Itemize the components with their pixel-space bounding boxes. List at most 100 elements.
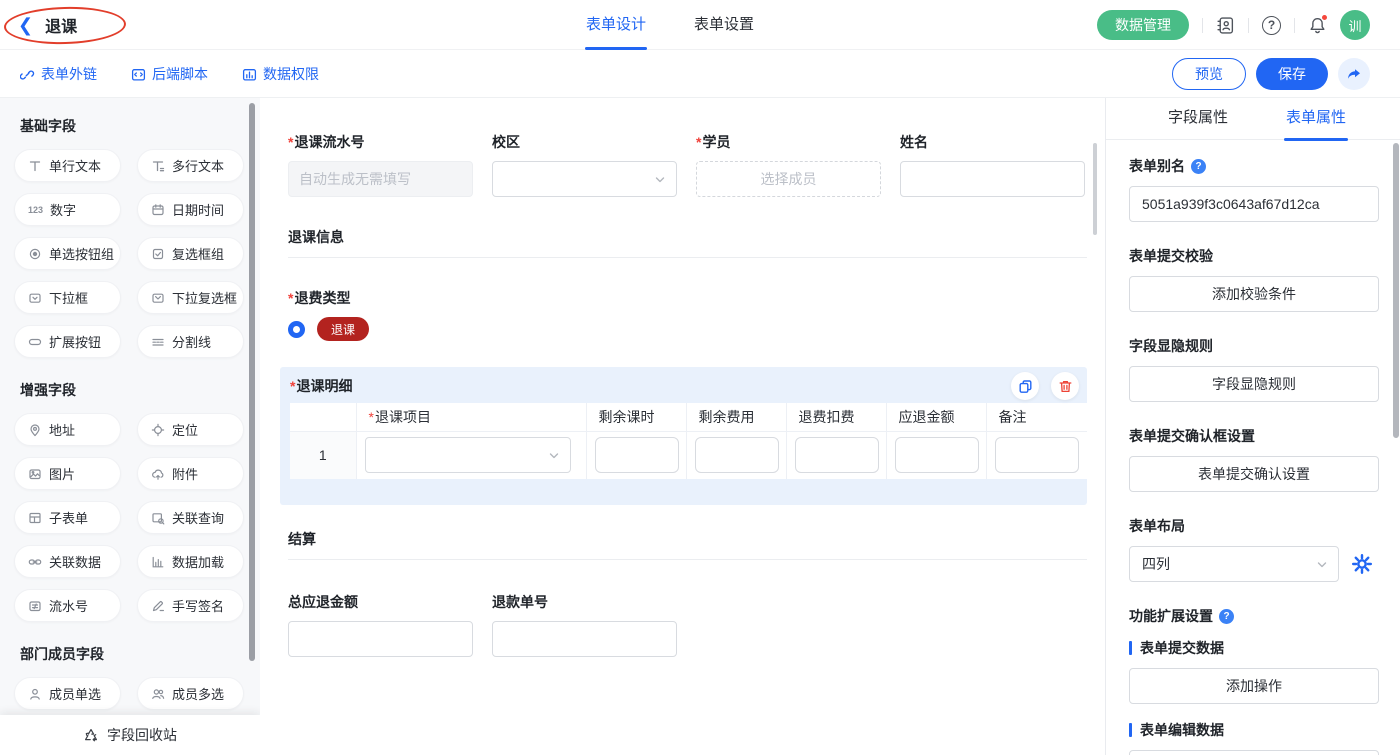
field-student[interactable]: 学员 选择成员: [696, 132, 881, 197]
tab-form-properties[interactable]: 表单属性: [1286, 98, 1346, 140]
chevron-down-icon: [654, 174, 666, 186]
refund-order-no-input[interactable]: [492, 621, 677, 657]
field-library-sidebar: 基础字段 单行文本 多行文本 123 数字 日期时间 单选按钮组: [0, 98, 260, 755]
name-input[interactable]: [900, 161, 1085, 197]
field-name[interactable]: 姓名: [900, 132, 1085, 197]
form-external-link[interactable]: 表单外链: [20, 64, 97, 84]
chevron-down-icon: [1316, 559, 1328, 571]
col-header-remark: 备注: [986, 403, 1087, 431]
field-pill-signature[interactable]: 手写签名: [137, 589, 244, 622]
add-check-condition-button[interactable]: 添加校验条件: [1129, 276, 1379, 312]
extension-settings-label: 功能扩展设置: [1129, 606, 1213, 626]
submit-check-label: 表单提交校验: [1129, 246, 1213, 266]
field-pill-extend-button[interactable]: 扩展按钮: [14, 325, 121, 358]
layout-gear-button[interactable]: [1351, 553, 1373, 575]
copy-subtable-button[interactable]: [1011, 372, 1039, 400]
field-pill-serial-number[interactable]: 流水号: [14, 589, 121, 622]
link-icon: [20, 67, 35, 82]
delete-subtable-button[interactable]: [1051, 372, 1079, 400]
image-icon: [28, 467, 42, 481]
tab-form-design[interactable]: 表单设计: [586, 0, 646, 50]
refund-amount-input[interactable]: [895, 437, 979, 473]
form-layout-select[interactable]: 四列: [1129, 546, 1339, 582]
form-alias-help-icon[interactable]: [1191, 159, 1206, 174]
tab-field-properties[interactable]: 字段属性: [1168, 98, 1228, 140]
student-member-picker[interactable]: 选择成员: [696, 161, 881, 197]
confirm-box-button[interactable]: 表单提交确认设置: [1129, 456, 1379, 492]
refund-serial-input[interactable]: [288, 161, 473, 197]
contact-book-icon[interactable]: [1216, 16, 1235, 35]
panel-scrollbar[interactable]: [1393, 143, 1399, 438]
field-pill-checkbox-group[interactable]: 复选框组: [137, 237, 244, 270]
button-icon: [28, 335, 42, 349]
field-pill-location[interactable]: 定位: [137, 413, 244, 446]
help-icon[interactable]: [1262, 16, 1281, 35]
field-pill-divider-line[interactable]: 分割线: [137, 325, 244, 358]
field-pill-data-load[interactable]: 数据加载: [137, 545, 244, 578]
canvas-scrollbar[interactable]: [1093, 143, 1097, 235]
section-refund-info[interactable]: 退课信息: [288, 227, 1105, 247]
divider: [1294, 18, 1295, 33]
edit-data-add-action-button[interactable]: 添加操作: [1129, 750, 1379, 755]
data-permission-link[interactable]: 数据权限: [242, 64, 319, 84]
field-campus[interactable]: 校区: [492, 132, 677, 197]
form-design-canvas: 退课流水号 校区 学员 选择成员 姓名 退课信息 退费类型: [260, 98, 1105, 755]
total-refund-input[interactable]: [288, 621, 473, 657]
calendar-icon: [151, 203, 165, 217]
data-manage-button[interactable]: 数据管理: [1097, 10, 1189, 40]
notification-dot: [1321, 14, 1328, 21]
field-pill-attachment[interactable]: 附件: [137, 457, 244, 490]
tab-form-settings[interactable]: 表单设置: [694, 0, 754, 50]
field-pill-datetime[interactable]: 日期时间: [137, 193, 244, 226]
refund-detail-subtable[interactable]: 退课明细 退课项目 剩余课时 剩余费用 退费扣费: [280, 367, 1087, 505]
col-header-index: [290, 403, 356, 431]
field-pill-address[interactable]: 地址: [14, 413, 121, 446]
field-pill-single-line-text[interactable]: 单行文本: [14, 149, 121, 182]
extension-help-icon[interactable]: [1219, 609, 1234, 624]
avatar[interactable]: 训: [1340, 10, 1370, 40]
trash-icon: [1058, 379, 1073, 394]
remaining-fee-input[interactable]: [695, 437, 779, 473]
section-settlement[interactable]: 结算: [288, 529, 1105, 549]
visibility-rules-button[interactable]: 字段显隐规则: [1129, 366, 1379, 402]
refund-item-select[interactable]: [365, 437, 571, 473]
refund-type-badge[interactable]: 退课: [317, 317, 369, 341]
preview-button[interactable]: 预览: [1172, 58, 1246, 90]
field-pill-radio-group[interactable]: 单选按钮组: [14, 237, 121, 270]
field-pill-subform[interactable]: 子表单: [14, 501, 121, 534]
field-pill-select[interactable]: 下拉框: [14, 281, 121, 314]
checkbox-icon: [151, 247, 165, 261]
notification-bell-icon[interactable]: [1308, 16, 1327, 35]
field-pill-relation-data[interactable]: 关联数据: [14, 545, 121, 578]
share-button[interactable]: [1338, 58, 1370, 90]
subtable-row: 1: [290, 431, 1087, 479]
form-alias-label: 表单别名: [1129, 156, 1185, 176]
campus-select[interactable]: [492, 161, 677, 197]
sidebar-scrollbar[interactable]: [249, 103, 255, 661]
section-title-basic-fields: 基础字段: [20, 116, 244, 136]
field-recycle-bin[interactable]: 字段回收站: [0, 715, 260, 755]
field-pill-member-single[interactable]: 成员单选: [14, 677, 121, 710]
form-title: 退课: [45, 13, 77, 37]
remaining-hours-input[interactable]: [595, 437, 679, 473]
backend-script-link[interactable]: 后端脚本: [131, 64, 208, 84]
field-pill-relation-query[interactable]: 关联查询: [137, 501, 244, 534]
field-pill-multi-select[interactable]: 下拉复选框: [137, 281, 244, 314]
field-pill-member-multi[interactable]: 成员多选: [137, 677, 244, 710]
field-pill-image[interactable]: 图片: [14, 457, 121, 490]
back-icon[interactable]: ❮: [18, 15, 33, 36]
field-refund-order-no[interactable]: 退款单号: [492, 592, 677, 657]
form-alias-input[interactable]: [1129, 186, 1379, 222]
field-refund-serial[interactable]: 退课流水号: [288, 132, 473, 197]
field-total-refund[interactable]: 总应退金额: [288, 592, 473, 657]
submit-data-add-action-button[interactable]: 添加操作: [1129, 668, 1379, 704]
textarea-icon: [151, 159, 165, 173]
field-pill-number[interactable]: 123 数字: [14, 193, 121, 226]
radio-icon: [28, 247, 42, 261]
remark-input[interactable]: [995, 437, 1079, 473]
data-permission-icon: [242, 67, 257, 82]
save-button[interactable]: 保存: [1256, 58, 1328, 90]
deduction-input[interactable]: [795, 437, 879, 473]
refund-type-radio[interactable]: [288, 321, 305, 338]
field-pill-multi-line-text[interactable]: 多行文本: [137, 149, 244, 182]
